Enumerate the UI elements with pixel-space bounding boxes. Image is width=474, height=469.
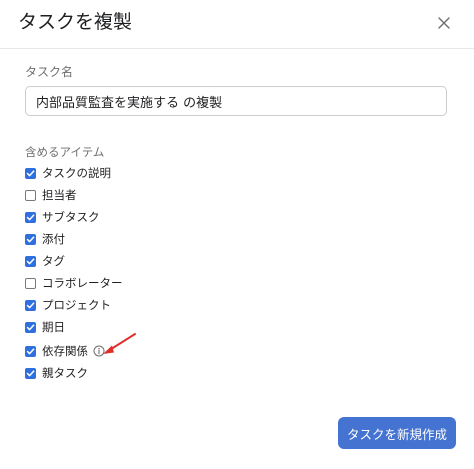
checkbox[interactable] (25, 189, 36, 201)
task-name-label: タスク名 (25, 65, 74, 79)
create-task-button[interactable]: タスクを新規作成 (338, 417, 456, 449)
checkbox[interactable] (25, 167, 36, 179)
include-item-subtasks[interactable]: サブタスク (25, 208, 100, 226)
duplicate-task-dialog: タスクを複製 タスク名 含めるアイテム タスクの説明 担当者 サブタスク 添付 … (0, 0, 474, 469)
close-icon[interactable] (432, 11, 456, 35)
include-item-description[interactable]: タスクの説明 (25, 164, 111, 182)
include-item-label: 期日 (42, 320, 65, 334)
include-item-label: タスクの説明 (42, 166, 111, 180)
include-item-dependencies[interactable]: 依存関係 (25, 342, 105, 360)
include-item-attachments[interactable]: 添付 (25, 230, 65, 248)
include-item-assignee[interactable]: 担当者 (25, 186, 77, 204)
checkbox[interactable] (25, 345, 36, 357)
include-items-label: 含めるアイテム (25, 145, 105, 159)
include-item-label: 親タスク (42, 366, 88, 380)
include-item-label: プロジェクト (42, 298, 111, 312)
dialog-header: タスクを複製 (0, 0, 474, 49)
checkbox[interactable] (25, 211, 36, 223)
checkbox[interactable] (25, 277, 36, 289)
checkbox[interactable] (25, 233, 36, 245)
checkbox[interactable] (25, 299, 36, 311)
include-item-label: サブタスク (42, 210, 100, 224)
task-name-input[interactable] (25, 86, 447, 116)
include-item-label: コラボレーター (42, 276, 123, 290)
include-item-tags[interactable]: タグ (25, 252, 65, 270)
include-item-label: タグ (42, 254, 65, 268)
checkbox[interactable] (25, 255, 36, 267)
include-item-label: 依存関係 (42, 344, 88, 358)
include-item-parent-task[interactable]: 親タスク (25, 364, 88, 382)
include-item-collaborators[interactable]: コラボレーター (25, 274, 123, 292)
include-item-label: 添付 (42, 232, 65, 246)
include-item-due-date[interactable]: 期日 (25, 318, 65, 336)
checkbox[interactable] (25, 367, 36, 379)
checkbox[interactable] (25, 321, 36, 333)
dialog-title: タスクを複製 (18, 11, 133, 33)
annotation-arrow-icon (103, 333, 136, 354)
include-item-label: 担当者 (42, 188, 77, 202)
include-item-projects[interactable]: プロジェクト (25, 296, 111, 314)
